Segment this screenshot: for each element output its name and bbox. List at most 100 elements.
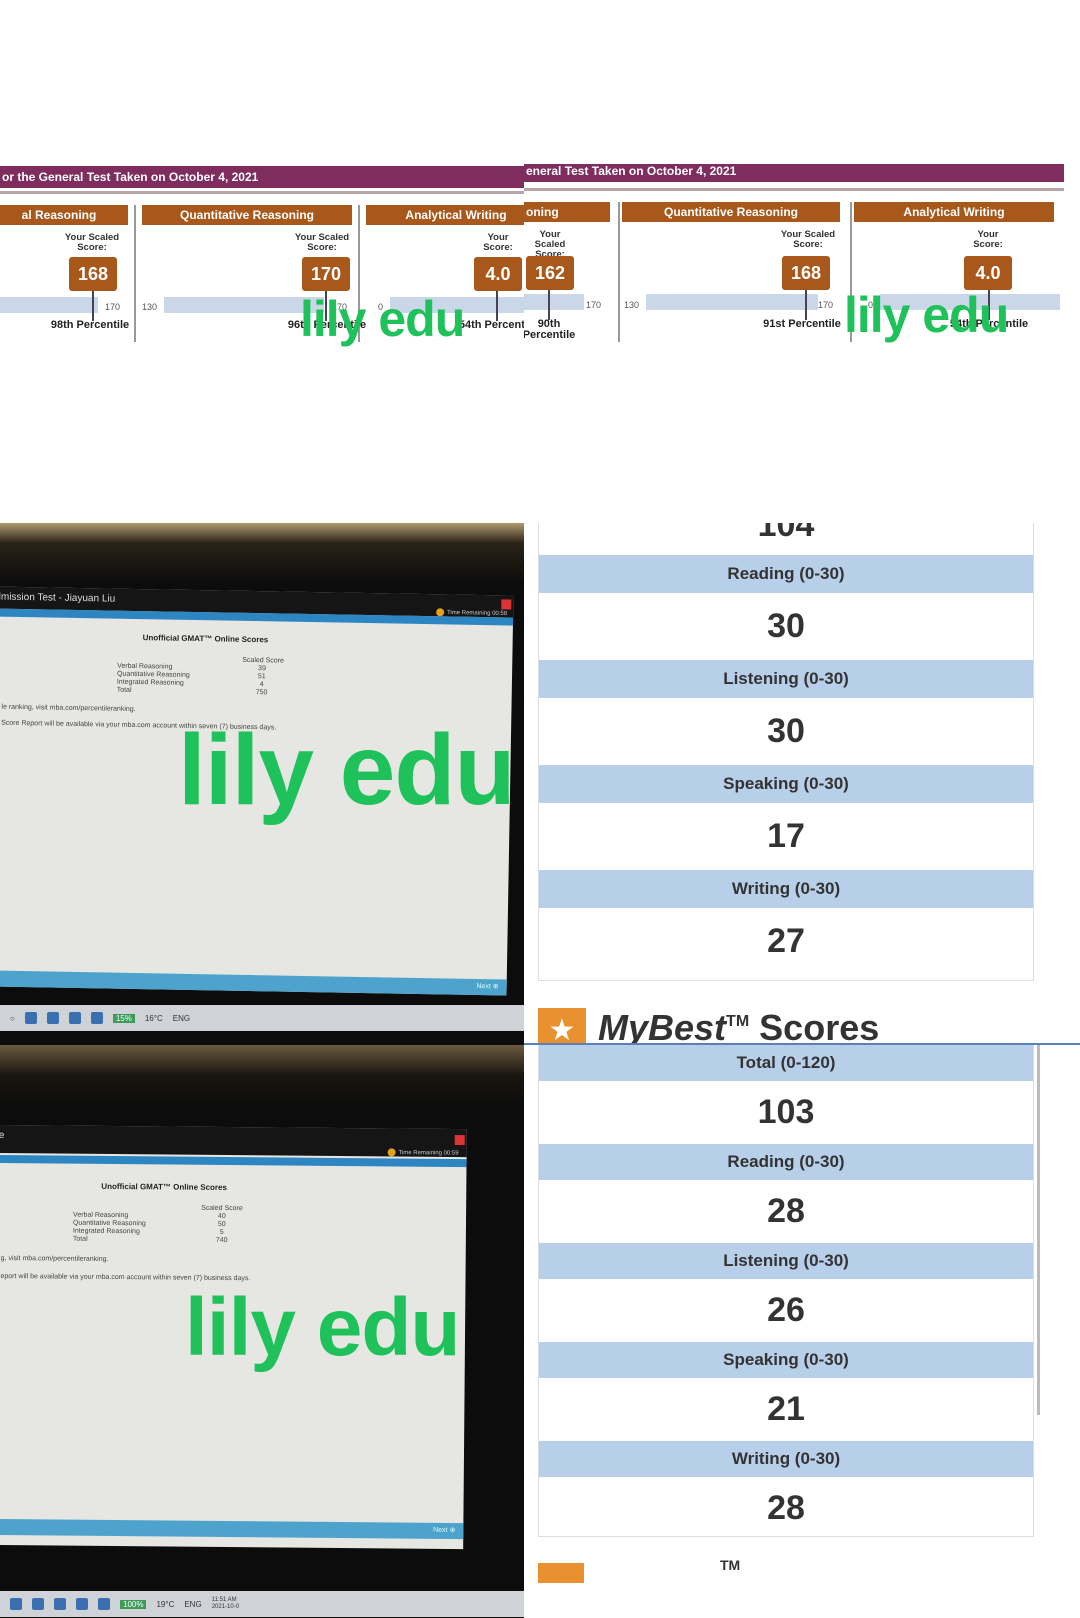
score-card-2: Total (0-120) 103 Reading (0-30) 28 Listenin…	[538, 1045, 1034, 1537]
section-title: Quantitative Reasoning	[622, 202, 840, 222]
score-marker	[805, 290, 807, 320]
score-label: Your Scaled Score:	[64, 232, 120, 253]
gre-score-report-left: or the General Test Taken on October 4, …	[0, 0, 540, 523]
app-icon[interactable]	[76, 1598, 88, 1610]
mybest-title: MyBestTM Scores	[598, 1008, 879, 1048]
gre-score-report-right: eneral Test Taken on October 4, 2021 oni…	[524, 0, 1064, 523]
scores-text: Scores	[759, 1008, 880, 1048]
search-icon[interactable]: ○	[10, 1014, 15, 1023]
score-value: 28	[767, 1192, 805, 1230]
gmat-photo-1: dmission Test - Jiayuan Liu Time Remaini…	[0, 523, 540, 1045]
trademark: TM	[726, 1013, 750, 1030]
row-label: Total	[72, 1235, 88, 1243]
score-bar	[0, 297, 98, 313]
scale-min: 130	[624, 300, 640, 310]
quant-section: Quantitative Reasoning Your Scaled Score…	[622, 202, 841, 362]
score-marker	[496, 291, 498, 321]
scale-max: 170	[105, 302, 121, 312]
battery-percent: 100%	[120, 1599, 147, 1609]
row-value: 5	[219, 1228, 224, 1236]
app-icon[interactable]	[32, 1598, 44, 1610]
clock-icon	[435, 608, 445, 617]
trademark: TM	[720, 1557, 741, 1573]
row-value: 50	[217, 1220, 226, 1228]
score-value: 30	[767, 607, 805, 645]
row-value: 39	[258, 665, 266, 673]
next-button[interactable]: Next	[433, 1527, 447, 1534]
app-icon[interactable]	[68, 1012, 81, 1024]
score-category: Writing (0-30)	[539, 1441, 1033, 1477]
score-value: 27	[767, 922, 805, 960]
scale-min: 130	[142, 302, 158, 312]
verbal-section: oning Your Scaled Score: 162 170 90th Pe…	[524, 202, 610, 362]
score-marker	[92, 291, 94, 321]
score-box: 168	[782, 256, 830, 290]
star-icon: ★	[538, 1008, 586, 1048]
mybest-text: MyBest	[598, 1008, 727, 1048]
scores-heading: Unofficial GMAT™ Online Scores	[142, 633, 269, 645]
score-category: Speaking (0-30)	[539, 1342, 1033, 1378]
row-value: 40	[217, 1212, 226, 1220]
score-box: 168	[69, 257, 117, 291]
section-title: al Reasoning	[0, 205, 128, 225]
header-bar	[0, 1154, 467, 1168]
percentile: 90th Percentile	[524, 318, 576, 341]
section-title: Analytical Writing	[854, 202, 1054, 222]
section-title: Analytical Writing	[366, 205, 540, 225]
app-icon[interactable]	[98, 1598, 110, 1610]
row-value: 51	[257, 673, 266, 681]
app-icon[interactable]	[10, 1598, 22, 1610]
scale-max: 170	[818, 300, 834, 310]
time: 11:51 AM	[211, 1597, 237, 1603]
score-value: 103	[757, 1093, 815, 1131]
score-box: 170	[302, 257, 350, 291]
report-banner: or the General Test Taken on October 4, …	[0, 166, 540, 188]
divider	[0, 191, 540, 194]
close-icon[interactable]	[501, 599, 512, 610]
time-remaining: Time Remaining 00:59	[387, 1148, 459, 1157]
close-icon[interactable]	[454, 1134, 465, 1146]
watermark: lily edu	[300, 291, 465, 347]
score-values: 39 51 4 750	[256, 665, 268, 697]
gmat-photo-2: Te Time Remaining 00:59 Unofficial GMAT™…	[0, 1045, 540, 1618]
app-icon[interactable]	[54, 1598, 66, 1610]
divider	[134, 205, 136, 342]
score-label: Your Scaled Score:	[294, 232, 350, 253]
battery-percent: 15%	[112, 1013, 135, 1023]
score-labels: Verbal Reasoning Quantitative Reasoning In…	[73, 1212, 146, 1245]
percentile: 91st Percentile	[763, 318, 841, 330]
score-category: Writing (0-30)	[539, 870, 1033, 908]
score-label: Your Scaled Score:	[780, 229, 836, 250]
score-bar	[524, 294, 584, 310]
row-label: Total	[116, 686, 132, 694]
score-category: Reading (0-30)	[539, 1144, 1033, 1180]
next-button[interactable]: Next	[476, 983, 491, 990]
score-category: Reading (0-30)	[539, 555, 1033, 593]
app-icon[interactable]	[24, 1012, 37, 1024]
timer-text: Time Remaining 00:59	[398, 1150, 459, 1157]
score-category: Listening (0-30)	[539, 1243, 1033, 1279]
scale-max: 170	[586, 300, 602, 310]
total-score: 104	[757, 523, 815, 544]
date: 2021-10-0	[211, 1604, 240, 1610]
verbal-section: al Reasoning Your Scaled Score: 168 170 …	[0, 205, 130, 365]
score-card-1: 104 Reading (0-30) 30 Listening (0-30) 30 Sp…	[538, 523, 1034, 981]
footer-bar: Next ⊕	[0, 1518, 464, 1540]
score-value: 21	[767, 1390, 805, 1428]
app-icon[interactable]	[46, 1012, 59, 1024]
scrollbar[interactable]	[1037, 1045, 1040, 1415]
language[interactable]: ENG	[173, 1014, 190, 1023]
weather: 19°C	[156, 1599, 175, 1609]
score-label: Your Score:	[483, 232, 513, 253]
language[interactable]: ENG	[184, 1600, 201, 1609]
scores-heading: Unofficial GMAT™ Online Scores	[101, 1181, 228, 1192]
app-icon[interactable]	[90, 1012, 103, 1024]
percentile: 98th Percentile	[50, 319, 130, 331]
footer-bar: Next ⊕	[0, 970, 507, 996]
row-value: 4	[259, 681, 264, 689]
clock-icon	[387, 1148, 396, 1157]
watermark: lily edu	[185, 1282, 461, 1373]
toefl-scores: 104 Reading (0-30) 30 Listening (0-30) 30 Sp…	[524, 523, 1080, 1618]
score-labels: Verbal Reasoning Quantitative Reasoning In…	[117, 663, 190, 696]
score-bar	[646, 294, 818, 310]
